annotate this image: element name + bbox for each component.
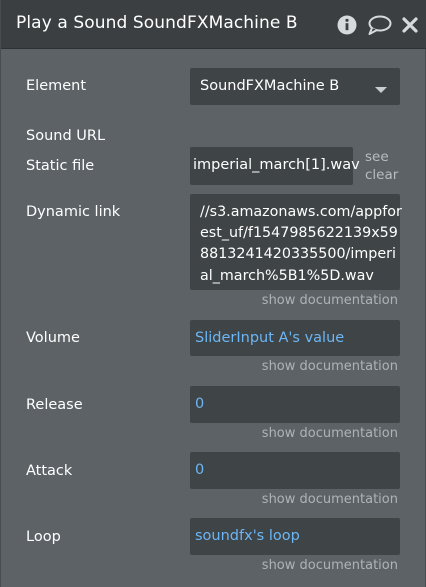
element-dropdown-value: SoundFXMachine B	[200, 78, 340, 94]
loop-show-documentation[interactable]: show documentation	[262, 558, 398, 573]
sound-url-label: Sound URL	[26, 128, 106, 144]
static-file-field[interactable]: imperial_march[1].wav	[190, 147, 360, 185]
panel-title: Play a Sound SoundFXMachine B	[16, 13, 298, 33]
element-label: Element	[26, 78, 87, 94]
volume-label: Volume	[26, 330, 80, 346]
comment-icon[interactable]	[366, 14, 392, 36]
volume-field[interactable]: SliderInput A's value	[190, 320, 400, 356]
dynamic-link-value: //s3.amazonaws.com/appforest_uf/f1547985…	[200, 204, 402, 284]
loop-label: Loop	[26, 529, 61, 545]
static-file-value: imperial_march[1].wav	[193, 157, 360, 173]
chevron-down-icon	[375, 87, 387, 93]
dynamic-link-field[interactable]: //s3.amazonaws.com/appforest_uf/f1547985…	[190, 194, 402, 290]
dynamic-link-show-documentation[interactable]: show documentation	[262, 293, 398, 308]
static-file-clear-link[interactable]: clear	[365, 167, 398, 183]
attack-value: 0	[195, 462, 205, 478]
attack-field[interactable]: 0	[190, 452, 400, 489]
attack-label: Attack	[26, 463, 73, 479]
attack-show-documentation[interactable]: show documentation	[262, 492, 398, 507]
loop-field[interactable]: soundfx's loop	[190, 518, 400, 555]
info-icon[interactable]	[336, 14, 358, 36]
close-icon[interactable]	[399, 14, 421, 36]
dynamic-link-label: Dynamic link	[26, 204, 121, 220]
property-editor-panel: Play a Sound SoundFXMachine B Element So…	[0, 0, 426, 587]
static-file-see-link[interactable]: see	[365, 149, 389, 165]
volume-show-documentation[interactable]: show documentation	[262, 359, 398, 374]
element-dropdown[interactable]: SoundFXMachine B	[190, 68, 400, 105]
volume-value: SliderInput A's value	[195, 330, 345, 346]
release-value: 0	[195, 396, 205, 412]
release-field[interactable]: 0	[190, 386, 400, 423]
release-label: Release	[26, 397, 83, 413]
panel-header: Play a Sound SoundFXMachine B	[1, 0, 426, 49]
loop-value: soundfx's loop	[195, 528, 300, 544]
static-file-label: Static file	[26, 158, 95, 174]
release-show-documentation[interactable]: show documentation	[262, 426, 398, 441]
